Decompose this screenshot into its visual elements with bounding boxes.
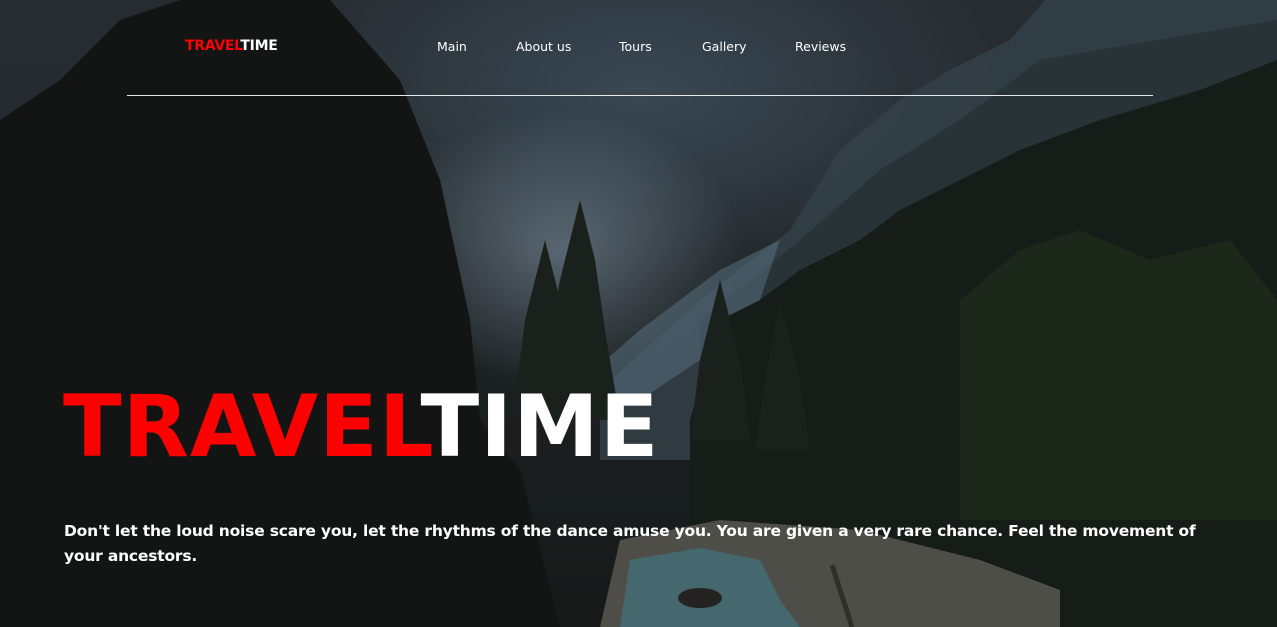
- nav-link-about-us[interactable]: About us: [516, 38, 571, 56]
- header-divider: [127, 95, 1153, 96]
- nav-link-tours[interactable]: Tours: [619, 38, 652, 56]
- nav-link-main[interactable]: Main: [437, 38, 467, 56]
- hero-title: TRAVELTIME: [63, 372, 659, 482]
- site-logo[interactable]: TRAVELTIME: [185, 36, 278, 56]
- logo-part-time: TIME: [240, 38, 278, 54]
- hero-description: Don't let the loud noise scare you, let …: [64, 522, 1196, 565]
- nav-link-gallery[interactable]: Gallery: [702, 38, 747, 56]
- hero-section: TRAVELTIME Main About us Tours Gallery R…: [0, 0, 1277, 627]
- hero-title-travel: TRAVEL: [63, 377, 421, 477]
- logo-part-travel: TRAVEL: [185, 38, 241, 54]
- hero-title-time: TIME: [420, 377, 660, 477]
- nav-link-reviews[interactable]: Reviews: [795, 38, 846, 56]
